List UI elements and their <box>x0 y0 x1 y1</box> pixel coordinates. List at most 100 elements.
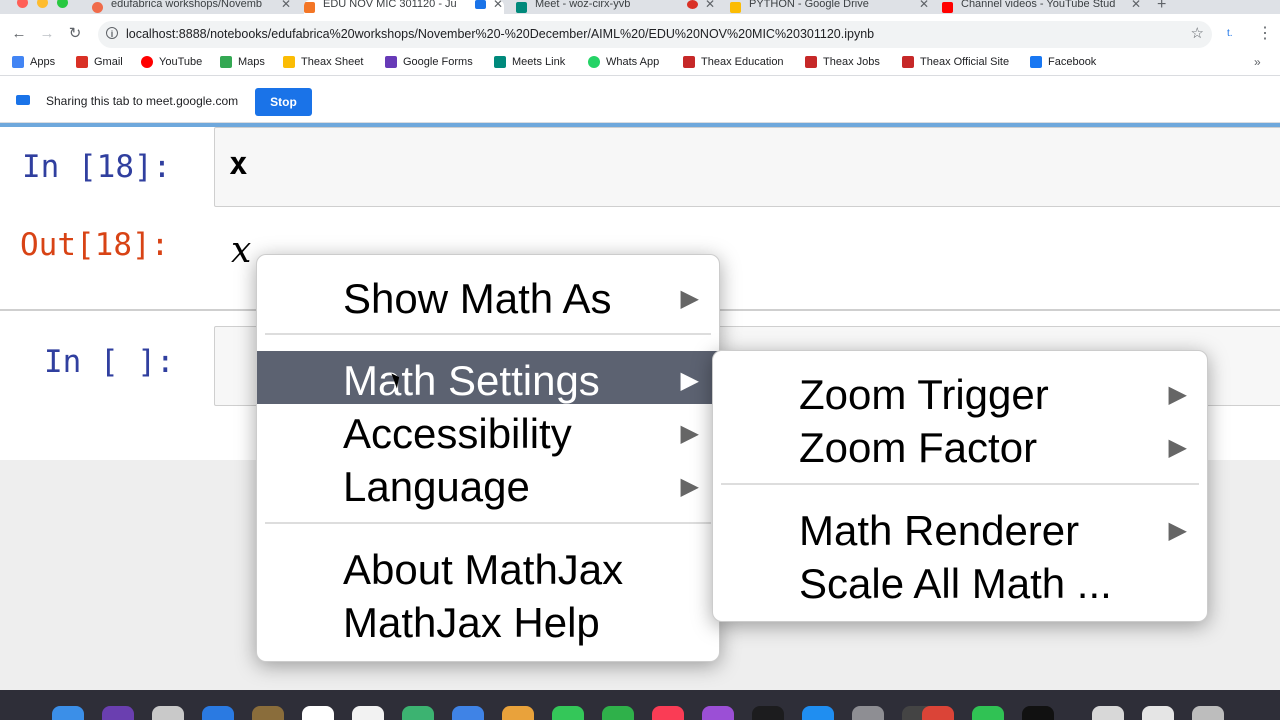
submenu-arrow-icon: ▶ <box>680 285 699 312</box>
photos-icon[interactable] <box>452 706 484 720</box>
apps-grid-icon <box>12 56 24 68</box>
jupyter-favicon-icon <box>92 1 103 13</box>
forms-icon <box>385 56 397 68</box>
bookmarks-overflow-icon[interactable]: » <box>1254 55 1261 69</box>
tab-close-icon[interactable]: ✕ <box>492 0 504 11</box>
math-settings-submenu: Zoom Trigger ▶ Zoom Factor ▶ Math Render… <box>712 350 1208 622</box>
meet-favicon-icon <box>516 1 527 13</box>
dock-app-icon[interactable] <box>972 706 1004 720</box>
bookmark-apps[interactable]: Apps <box>12 56 55 68</box>
chrome-icon[interactable] <box>922 706 954 720</box>
trash-icon[interactable] <box>1192 706 1224 720</box>
menu-item-language[interactable]: Language ▶ <box>257 457 719 510</box>
messages-icon[interactable] <box>552 706 584 720</box>
bookmark-theax-sheet[interactable]: Theax Sheet <box>283 56 363 68</box>
maximize-window-icon[interactable] <box>57 0 68 8</box>
share-status-text: Sharing this tab to meet.google.com <box>46 94 239 108</box>
back-arrow-icon[interactable]: ← <box>8 23 30 45</box>
tab-title: PYTHON - Google Drive <box>749 0 869 10</box>
tab-close-icon[interactable]: ✕ <box>280 0 292 11</box>
new-tab-button[interactable]: + <box>1157 0 1166 14</box>
maps-dock-icon[interactable] <box>402 706 434 720</box>
system-preferences-icon[interactable] <box>852 706 884 720</box>
submenu-arrow-icon: ▶ <box>1168 381 1187 408</box>
menu-item-label: About MathJax <box>343 546 624 593</box>
bookmark-youtube[interactable]: YouTube <box>141 56 202 68</box>
sharing-indicator-icon <box>475 0 486 9</box>
menu-item-label: Scale All Math ... <box>799 560 1112 607</box>
tab-close-icon[interactable]: ✕ <box>1130 0 1142 11</box>
menu-item-about-mathjax[interactable]: About MathJax <box>257 540 719 593</box>
tab-title: EDU NOV MIC 301120 - Ju <box>323 0 457 10</box>
bookmark-label: Theax Official Site <box>920 56 1010 68</box>
bookmark-gmail[interactable]: Gmail <box>76 56 123 68</box>
bookmark-meets-link[interactable]: Meets Link <box>494 56 565 68</box>
menu-item-zoom-trigger[interactable]: Zoom Trigger ▶ <box>713 365 1207 418</box>
photos-app-icon[interactable] <box>502 706 534 720</box>
menu-item-zoom-factor[interactable]: Zoom Factor ▶ <box>713 418 1207 471</box>
code-cell-input[interactable]: x <box>214 127 1280 207</box>
launchpad-icon[interactable] <box>152 706 184 720</box>
bookmark-theax-official-site[interactable]: Theax Official Site <box>902 56 1009 68</box>
minimize-window-icon[interactable] <box>37 0 48 8</box>
maps-icon <box>220 56 232 68</box>
menu-item-scale-all-math[interactable]: Scale All Math ... <box>713 554 1207 607</box>
address-bar[interactable]: i localhost:8888/notebooks/edufabrica%20… <box>98 21 1212 48</box>
bookmark-maps[interactable]: Maps <box>220 56 265 68</box>
downloads-icon[interactable] <box>1092 706 1124 720</box>
tab-edu-nov-mic[interactable]: EDU NOV MIC 301120 - Ju ✕ <box>304 0 504 14</box>
finder-icon[interactable] <box>52 706 84 720</box>
tab-close-icon[interactable]: ✕ <box>704 0 716 11</box>
safari-icon[interactable] <box>202 706 234 720</box>
menu-item-show-math-as[interactable]: Show Math As ▶ <box>257 269 719 322</box>
stop-sharing-button[interactable]: Stop <box>255 88 312 116</box>
browser-menu-icon[interactable]: ⋮ <box>1257 23 1273 43</box>
bookmark-label: Apps <box>30 56 56 68</box>
bookmark-theax-education[interactable]: Theax Education <box>683 56 784 68</box>
math-output[interactable]: x <box>231 230 251 271</box>
podcasts-icon[interactable] <box>702 706 734 720</box>
menu-item-label: Math Renderer <box>799 507 1080 554</box>
reminders-icon[interactable] <box>352 706 384 720</box>
menu-item-label: Accessibility <box>343 410 572 457</box>
bookmark-facebook[interactable]: Facebook <box>1030 56 1096 68</box>
menu-item-label: Zoom Factor <box>799 424 1038 471</box>
bookmark-whats-app[interactable]: Whats App <box>588 56 659 68</box>
tv-icon[interactable] <box>752 706 784 720</box>
siri-icon[interactable] <box>102 706 134 720</box>
submenu-arrow-icon: ▶ <box>1168 434 1187 461</box>
facetime-icon[interactable] <box>602 706 634 720</box>
bookmark-star-icon[interactable]: ☆ <box>1191 24 1204 42</box>
submenu-arrow-icon: ▶ <box>1168 517 1187 544</box>
terminal-icon[interactable] <box>1022 706 1054 720</box>
address-url[interactable]: localhost:8888/notebooks/edufabrica%20wo… <box>126 27 874 41</box>
theax-icon <box>902 56 914 68</box>
tab-python-drive[interactable]: PYTHON - Google Drive ✕ <box>730 0 930 14</box>
contacts-icon[interactable] <box>252 706 284 720</box>
close-window-icon[interactable] <box>17 0 28 8</box>
submenu-arrow-icon: ▶ <box>680 420 699 447</box>
bookmarks-bar: Apps Gmail YouTube Maps Theax Sheet Goog… <box>0 54 1280 76</box>
tab-youtube-studio[interactable]: Channel videos - YouTube Stud ✕ <box>942 0 1142 14</box>
bookmark-google-forms[interactable]: Google Forms <box>385 56 473 68</box>
bookmark-theax-jobs[interactable]: Theax Jobs <box>805 56 880 68</box>
bookmark-label: Facebook <box>1048 56 1097 68</box>
tab-meet[interactable]: Meet - woz-cirx-yvb ✕ <box>516 0 716 14</box>
documents-icon[interactable] <box>1142 706 1174 720</box>
calendar-icon[interactable] <box>302 706 334 720</box>
menu-item-accessibility[interactable]: Accessibility ▶ <box>257 404 719 457</box>
tab-edufabrica-workshops[interactable]: edufabrica workshops/Novemb ✕ <box>92 0 292 14</box>
menu-item-math-settings[interactable]: Math Settings ▶ <box>257 351 719 404</box>
menu-item-math-renderer[interactable]: Math Renderer ▶ <box>713 501 1207 554</box>
forward-arrow-icon[interactable]: → <box>36 23 58 45</box>
bookmark-label: Theax Sheet <box>301 56 364 68</box>
menu-item-mathjax-help[interactable]: MathJax Help <box>257 593 719 646</box>
app-store-icon[interactable] <box>802 706 834 720</box>
reload-icon[interactable]: ↻ <box>64 23 86 45</box>
music-icon[interactable] <box>652 706 684 720</box>
code-text[interactable]: x <box>229 146 248 182</box>
site-info-icon[interactable]: i <box>106 27 118 39</box>
tab-close-icon[interactable]: ✕ <box>918 0 930 11</box>
bookmark-label: Gmail <box>94 56 123 68</box>
extension-icon[interactable]: t. <box>1227 28 1233 39</box>
